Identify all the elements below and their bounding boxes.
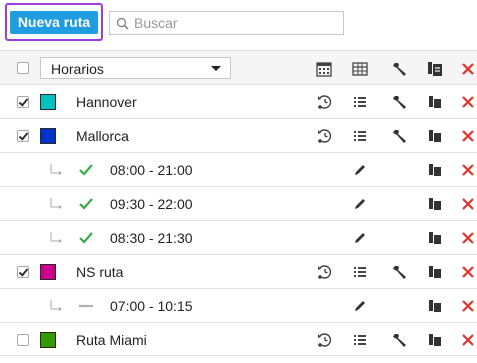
route-name[interactable]: NS ruta	[76, 264, 123, 280]
route-checkbox[interactable]	[17, 130, 29, 142]
child-arrow-icon	[50, 232, 62, 243]
wrench-icon[interactable]	[392, 332, 408, 348]
schedule-time[interactable]: 07:00 - 10:15	[110, 298, 193, 314]
route-color-swatch[interactable]	[40, 264, 56, 280]
route-name[interactable]: Mallorca	[76, 128, 129, 144]
add-schedule-icon[interactable]	[316, 264, 332, 280]
route-color-swatch[interactable]	[40, 94, 56, 110]
route-row[interactable]: NS ruta	[0, 254, 477, 288]
copy-icon[interactable]	[427, 264, 443, 280]
schedule-time[interactable]: 08:00 - 21:00	[110, 162, 193, 178]
copy-icon[interactable]	[427, 298, 443, 314]
wrench-icon[interactable]	[392, 94, 408, 110]
chevron-down-icon	[211, 66, 221, 71]
pencil-icon[interactable]	[352, 162, 368, 178]
delete-icon[interactable]	[460, 61, 476, 77]
delete-icon[interactable]	[460, 196, 476, 212]
copy-icon[interactable]	[427, 332, 443, 348]
copy-icon[interactable]	[427, 162, 443, 178]
dash-icon	[79, 304, 93, 308]
wrench-icon[interactable]	[392, 128, 408, 144]
list-icon[interactable]	[352, 94, 368, 110]
schedule-time[interactable]: 09:30 - 22:00	[110, 196, 193, 212]
delete-icon[interactable]	[460, 230, 476, 246]
schedule-row[interactable]: 08:00 - 21:00	[0, 152, 477, 186]
filter-select[interactable]: Horarios	[40, 57, 231, 79]
copy-icon[interactable]	[427, 230, 443, 246]
pencil-icon[interactable]	[352, 196, 368, 212]
route-checkbox[interactable]	[17, 266, 29, 278]
route-color-swatch[interactable]	[40, 128, 56, 144]
route-color-swatch[interactable]	[40, 332, 56, 348]
copy-icon[interactable]	[427, 128, 443, 144]
route-row[interactable]: Hannover	[0, 84, 477, 118]
calendar-icon[interactable]	[316, 61, 332, 77]
pencil-icon[interactable]	[352, 298, 368, 314]
copy-icon[interactable]	[427, 94, 443, 110]
add-schedule-icon[interactable]	[316, 332, 332, 348]
list-icon[interactable]	[352, 264, 368, 280]
copy-list-icon[interactable]	[427, 61, 443, 77]
route-name[interactable]: Hannover	[76, 94, 137, 110]
wrench-icon[interactable]	[392, 264, 408, 280]
routes-table: Horarios Hannover Mallorca 08:00 - 21:00…	[0, 50, 477, 356]
schedule-time[interactable]: 08:30 - 21:30	[110, 230, 193, 246]
list-icon[interactable]	[352, 128, 368, 144]
schedule-row[interactable]: 08:30 - 21:30	[0, 220, 477, 254]
route-row[interactable]: Ruta Miami	[0, 322, 477, 356]
delete-icon[interactable]	[460, 162, 476, 178]
route-row[interactable]: Mallorca	[0, 118, 477, 152]
delete-icon[interactable]	[460, 332, 476, 348]
schedule-row[interactable]: 09:30 - 22:00	[0, 186, 477, 220]
check-icon	[79, 164, 93, 176]
filter-select-value: Horarios	[51, 61, 104, 77]
route-checkbox[interactable]	[17, 96, 29, 108]
check-icon	[79, 198, 93, 210]
delete-icon[interactable]	[460, 94, 476, 110]
table-header-row: Horarios	[0, 50, 477, 84]
new-route-button[interactable]: Nueva ruta	[10, 11, 98, 34]
add-schedule-icon[interactable]	[316, 128, 332, 144]
route-checkbox[interactable]	[17, 334, 29, 346]
search-input[interactable]	[134, 14, 334, 32]
delete-icon[interactable]	[460, 128, 476, 144]
select-all-checkbox[interactable]	[17, 62, 29, 74]
pencil-icon[interactable]	[352, 230, 368, 246]
route-name[interactable]: Ruta Miami	[76, 332, 147, 348]
copy-icon[interactable]	[427, 196, 443, 212]
search-box[interactable]	[109, 11, 344, 35]
delete-icon[interactable]	[460, 298, 476, 314]
table-icon[interactable]	[352, 61, 368, 77]
new-route-highlight-frame: Nueva ruta	[5, 3, 103, 41]
add-schedule-icon[interactable]	[316, 94, 332, 110]
toolbar: Nueva ruta	[0, 0, 477, 46]
schedule-row[interactable]: 07:00 - 10:15	[0, 288, 477, 322]
child-arrow-icon	[50, 164, 62, 175]
check-icon	[79, 232, 93, 244]
list-icon[interactable]	[352, 332, 368, 348]
child-arrow-icon	[50, 198, 62, 209]
child-arrow-icon	[50, 300, 62, 311]
wrench-icon[interactable]	[392, 61, 408, 77]
delete-icon[interactable]	[460, 264, 476, 280]
search-icon	[116, 17, 129, 30]
